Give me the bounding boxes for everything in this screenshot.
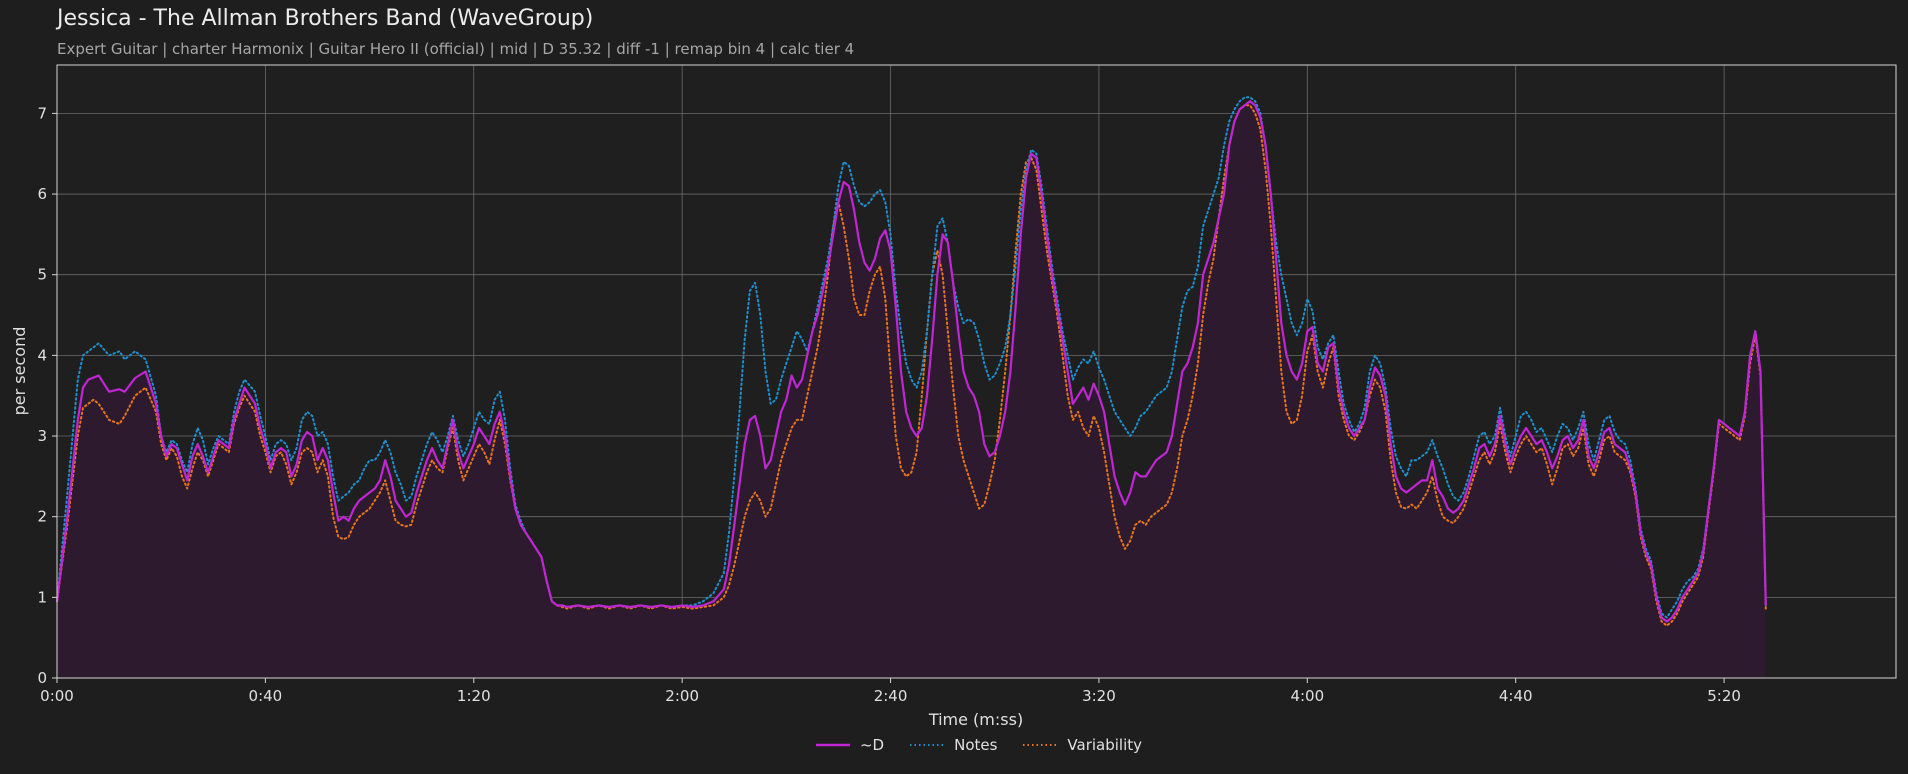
y-tick-label: 7 <box>37 104 47 122</box>
legend-swatch-variability <box>1023 744 1058 746</box>
x-tick-label: 4:40 <box>1499 687 1533 705</box>
x-tick-label: 5:20 <box>1707 687 1741 705</box>
y-tick-label: 1 <box>37 588 47 606</box>
legend-swatch-d <box>815 743 850 747</box>
legend: ~D Notes Variability <box>0 736 1908 754</box>
x-tick-label: 4:00 <box>1290 687 1324 705</box>
y-tick-label: 0 <box>37 669 47 687</box>
x-tick-label: 0:00 <box>40 687 74 705</box>
legend-label-notes: Notes <box>954 736 998 754</box>
legend-label-d: ~D <box>859 736 885 754</box>
y-tick-label: 2 <box>37 508 47 526</box>
y-tick-label: 5 <box>37 266 47 284</box>
y-tick-label: 3 <box>37 427 47 445</box>
legend-item-variability: Variability <box>1023 736 1142 754</box>
x-tick-label: 2:00 <box>665 687 699 705</box>
x-tick-label: 2:40 <box>874 687 908 705</box>
legend-item-notes: Notes <box>910 736 997 754</box>
y-tick-label: 6 <box>37 185 47 203</box>
legend-item-d: ~D <box>815 736 885 754</box>
y-tick-label: 4 <box>37 346 47 364</box>
x-tick-label: 0:40 <box>249 687 283 705</box>
y-axis-label: per second <box>10 327 29 416</box>
legend-label-variability: Variability <box>1067 736 1143 754</box>
x-tick-label: 3:20 <box>1082 687 1116 705</box>
chart-svg: 0:00 0:40 1:20 2:00 2:40 3:20 4:00 4:40 5:20 0 1 2 3… <box>10 64 1897 729</box>
x-tick-label: 1:20 <box>457 687 491 705</box>
x-axis-label: Time (m:ss) <box>928 710 1023 729</box>
legend-swatch-notes <box>910 744 945 746</box>
